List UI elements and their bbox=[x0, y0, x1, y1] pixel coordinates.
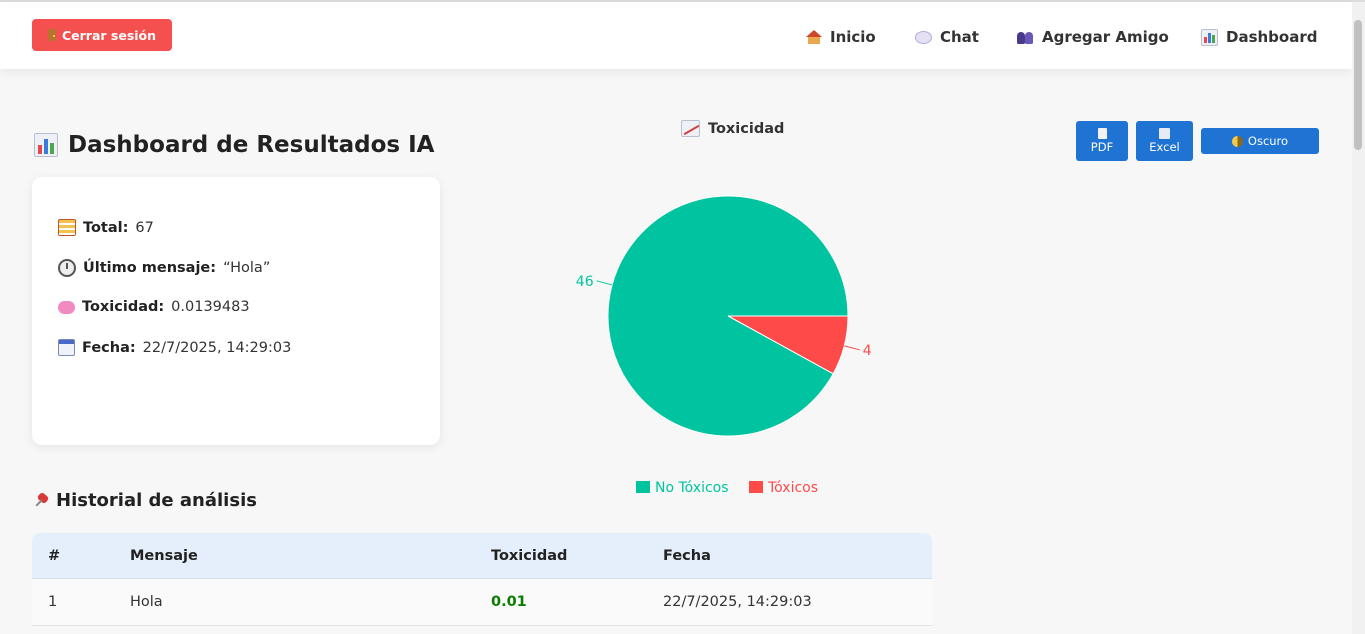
table-row[interactable]: 1 Hola 0.01 22/7/2025, 14:29:03 bbox=[32, 579, 932, 626]
logout-button[interactable]: Cerrar sesión bbox=[32, 19, 172, 51]
summary-card: Total: 67 Último mensaje: “Hola” Toxicid… bbox=[32, 177, 440, 445]
stat-value: “Hola” bbox=[223, 260, 271, 276]
pushpin-icon bbox=[34, 494, 48, 508]
stat-value: 22/7/2025, 14:29:03 bbox=[142, 339, 292, 356]
stat-date: Fecha: 22/7/2025, 14:29:03 bbox=[58, 339, 291, 356]
pie-value-label: 4 bbox=[863, 343, 872, 359]
stat-value: 0.0139483 bbox=[171, 299, 250, 315]
stat-value: 67 bbox=[135, 219, 154, 236]
stat-label: Total: bbox=[83, 219, 129, 236]
column-header: Toxicidad bbox=[491, 547, 568, 564]
door-icon bbox=[47, 29, 56, 41]
logout-label: Cerrar sesión bbox=[61, 27, 157, 43]
bar-chart-icon bbox=[1201, 28, 1218, 46]
bar-chart-icon bbox=[34, 133, 58, 157]
pie-chart: 4 46 No Tóxicos Tóxicos bbox=[576, 195, 872, 496]
column-header: Mensaje bbox=[130, 547, 198, 564]
label-leader-line bbox=[844, 345, 860, 351]
speech-bubble-icon bbox=[915, 30, 932, 44]
table-header: # Mensaje Toxicidad Fecha bbox=[32, 533, 932, 579]
theme-toggle-button[interactable]: Oscuro bbox=[1201, 128, 1319, 154]
nav-link-label: Inicio bbox=[830, 28, 876, 46]
cell-index: 1 bbox=[48, 594, 58, 610]
nav-link-label: Dashboard bbox=[1226, 28, 1318, 46]
stat-label: Último mensaje: bbox=[83, 260, 217, 276]
nav-link-dashboard[interactable]: Dashboard bbox=[1201, 26, 1317, 48]
chart-title-text: Toxicidad bbox=[708, 120, 785, 137]
pie-slice-no-toxicos[interactable] bbox=[607, 195, 849, 437]
page-title: Dashboard de Resultados IA bbox=[34, 132, 434, 158]
cell-date: 22/7/2025, 14:29:03 bbox=[663, 594, 812, 610]
export-excel-button[interactable]: Excel bbox=[1136, 121, 1193, 161]
cell-toxicity: 0.01 bbox=[491, 594, 527, 610]
house-icon bbox=[806, 30, 822, 44]
legend-swatch[interactable] bbox=[749, 481, 763, 493]
half-moon-icon bbox=[1231, 135, 1243, 147]
cell-message: Hola bbox=[130, 594, 163, 610]
history-title: Historial de análisis bbox=[34, 490, 257, 511]
abacus-icon bbox=[58, 219, 76, 236]
stat-label: Toxicidad: bbox=[82, 299, 165, 315]
chart-title: Toxicidad bbox=[681, 120, 784, 137]
chart-trend-icon bbox=[681, 120, 700, 137]
stat-total: Total: 67 bbox=[58, 219, 154, 236]
history-title-text: Historial de análisis bbox=[56, 490, 257, 511]
history-table: # Mensaje Toxicidad Fecha 1 Hola 0.01 22… bbox=[32, 533, 932, 626]
brain-icon bbox=[58, 300, 75, 314]
legend-label[interactable]: No Tóxicos bbox=[655, 480, 729, 496]
bar-chart-icon bbox=[1159, 128, 1170, 139]
label-leader-line bbox=[596, 280, 613, 286]
column-header: # bbox=[48, 547, 61, 564]
stat-label: Fecha: bbox=[82, 339, 136, 356]
column-header: Fecha bbox=[663, 547, 711, 564]
nav-link-agregar-amigo[interactable]: Agregar Amigo bbox=[1017, 26, 1169, 48]
export-pdf-label: PDF bbox=[1090, 140, 1114, 154]
theme-toggle-label: Oscuro bbox=[1247, 134, 1289, 148]
legend-label[interactable]: Tóxicos bbox=[767, 480, 818, 496]
nav-link-label: Agregar Amigo bbox=[1042, 28, 1169, 46]
page-title-text: Dashboard de Resultados IA bbox=[68, 132, 435, 158]
document-icon bbox=[1097, 128, 1107, 139]
calendar-icon bbox=[58, 339, 75, 356]
stat-last-message: Último mensaje: “Hola” bbox=[58, 259, 270, 277]
navbar: Cerrar sesión Inicio Chat Agregar Amigo … bbox=[0, 2, 1352, 69]
clock-icon bbox=[58, 259, 76, 277]
people-icon bbox=[1017, 31, 1034, 44]
nav-link-inicio[interactable]: Inicio bbox=[806, 26, 876, 48]
export-excel-label: Excel bbox=[1149, 140, 1180, 154]
pie-value-label: 46 bbox=[576, 274, 594, 290]
legend-swatch[interactable] bbox=[636, 481, 650, 493]
export-pdf-button[interactable]: PDF bbox=[1076, 121, 1128, 161]
nav-link-chat[interactable]: Chat bbox=[915, 26, 979, 48]
stat-toxicity: Toxicidad: 0.0139483 bbox=[58, 299, 250, 315]
nav-link-label: Chat bbox=[940, 28, 979, 46]
scrollbar-thumb[interactable] bbox=[1354, 20, 1362, 150]
